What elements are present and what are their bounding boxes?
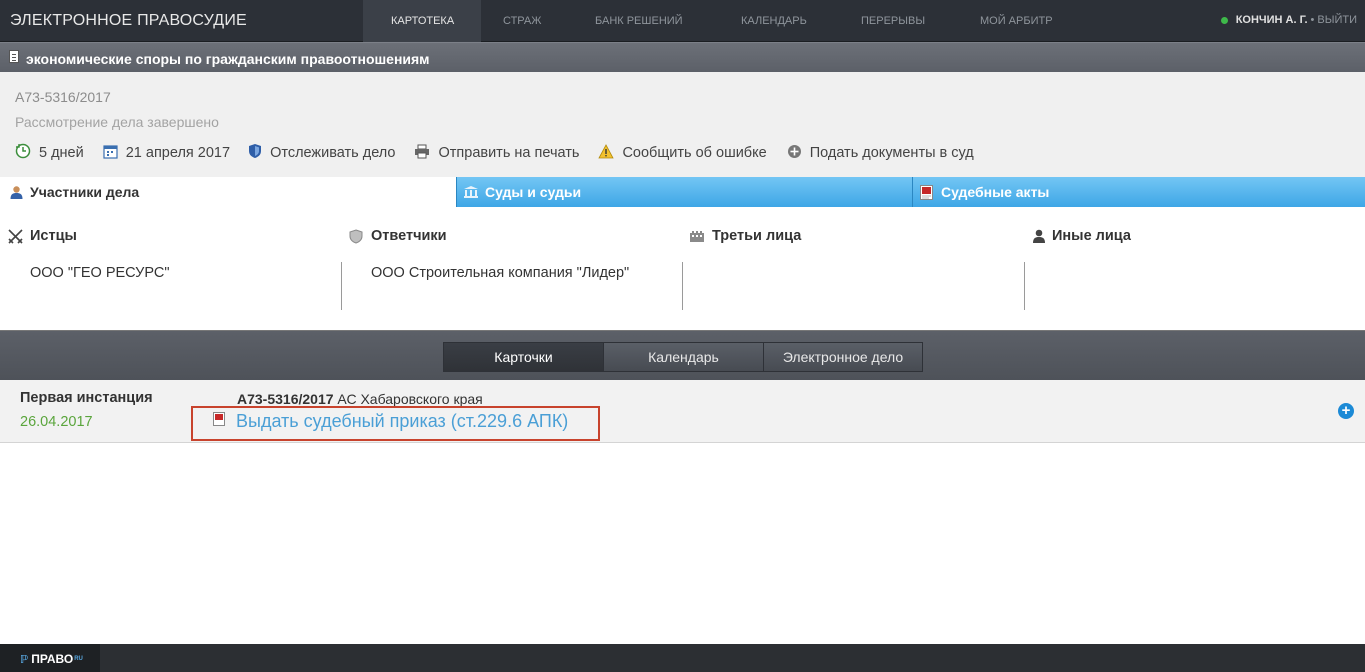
calendar-icon xyxy=(103,144,118,163)
third-parties-column: Третьи лица xyxy=(682,207,1024,330)
tab-participants-label: Участники дела xyxy=(30,184,140,200)
view-electronic-case-button[interactable]: Электронное дело xyxy=(763,342,923,372)
nav-item-bank-resheniy[interactable]: БАНК РЕШЕНИЙ xyxy=(573,0,719,42)
tab-courts-label: Суды и судьи xyxy=(485,184,582,200)
defendants-column: Ответчики ООО Строительная компания "Лид… xyxy=(341,207,682,330)
building-icon xyxy=(689,230,705,243)
view-switcher-bar: Карточки Календарь Электронное дело xyxy=(0,330,1365,380)
defendants-heading: Ответчики xyxy=(349,228,447,244)
case-number: А73-5316/2017 xyxy=(15,89,111,105)
nav-item-moy-arbitr[interactable]: МОЙ АРБИТР xyxy=(961,0,1081,42)
report-error-button[interactable]: Сообщить об ошибке xyxy=(598,143,767,163)
shield-icon xyxy=(248,143,262,163)
case-category-bar: экономические споры по гражданским право… xyxy=(0,42,1365,72)
other-persons-heading: Иные лица xyxy=(1032,228,1131,244)
case-header: А73-5316/2017 Рассмотрение дела завершен… xyxy=(0,72,1365,177)
case-status: Рассмотрение дела завершено xyxy=(15,114,219,130)
document-icon xyxy=(9,50,19,63)
date-label: 21 апреля 2017 xyxy=(125,145,231,161)
online-status-icon xyxy=(1220,16,1228,24)
pdf-icon xyxy=(213,412,225,426)
view-cards-button[interactable]: Карточки xyxy=(443,342,604,372)
track-case-label: Отслеживать дело xyxy=(270,145,396,161)
instance-case-info: А73-5316/2017 АС Хабаровского края xyxy=(237,391,483,407)
tab-courts[interactable]: Суды и судьи xyxy=(456,177,912,207)
days-label: 5 дней xyxy=(39,145,84,161)
shield-icon xyxy=(349,228,363,244)
track-case-button[interactable]: Отслеживать дело xyxy=(248,143,395,163)
pravo-logo[interactable]: ℙ ПРАВО RU xyxy=(20,652,83,666)
user-area: КОНЧИН А. Г. • ВЫЙТИ xyxy=(1220,14,1357,26)
logout-link[interactable]: ВЫЙТИ xyxy=(1317,14,1357,26)
court-icon xyxy=(463,185,479,199)
app-brand[interactable]: ЭЛЕКТРОННОЕ ПРАВОСУДИЕ xyxy=(10,12,247,30)
printer-icon xyxy=(414,144,430,163)
defendant-name: ООО Строительная компания "Лидер" xyxy=(371,265,630,281)
view-calendar-button[interactable]: Календарь xyxy=(603,342,764,372)
participants-panel: Истцы ООО "ГЕО РЕСУРС" Ответчики ООО Стр… xyxy=(0,207,1365,330)
submit-documents-button[interactable]: Подать документы в суд xyxy=(787,144,974,163)
nav-item-strazh[interactable]: СТРАЖ xyxy=(481,0,573,42)
warning-icon xyxy=(598,143,615,163)
tab-court-acts[interactable]: Судебные акты xyxy=(912,177,1365,207)
other-persons-label: Иные лица xyxy=(1052,228,1131,244)
plus-circle-icon xyxy=(787,144,802,163)
other-persons-column: Иные лица xyxy=(1024,207,1365,330)
pravo-logo-icon: ℙ xyxy=(20,653,29,666)
instance-row: Первая инстанция 26.04.2017 А73-5316/201… xyxy=(0,380,1365,443)
top-navbar: ЭЛЕКТРОННОЕ ПРАВОСУДИЕ КАРТОТЕКА СТРАЖ Б… xyxy=(0,0,1365,42)
user-name[interactable]: КОНЧИН А. Г. xyxy=(1236,14,1308,26)
case-tabs: Участники дела Суды и судьи Судебные акт… xyxy=(0,177,1365,207)
nav-item-kartoteka[interactable]: КАРТОТЕКА xyxy=(363,0,481,42)
third-parties-label: Третьи лица xyxy=(712,228,802,244)
footer-logo-area: ℙ ПРАВО RU xyxy=(0,644,100,672)
plaintiffs-heading: Истцы xyxy=(8,228,77,244)
footer: ℙ ПРАВО RU xyxy=(0,644,1365,672)
case-actions: 5 дней 21 апреля 2017 Отслеживать дело О… xyxy=(15,143,994,163)
defendants-label: Ответчики xyxy=(371,228,447,244)
case-category-title: экономические споры по гражданским право… xyxy=(26,51,430,67)
pdf-icon xyxy=(920,184,933,200)
instance-case-number[interactable]: А73-5316/2017 xyxy=(237,391,334,407)
plaintiffs-column: Истцы ООО "ГЕО РЕСУРС" xyxy=(0,207,341,330)
instance-court: АС Хабаровского края xyxy=(337,391,483,407)
days-counter: 5 дней xyxy=(15,143,84,163)
report-error-label: Сообщить об ошибке xyxy=(622,145,767,161)
expand-instance-button[interactable]: + xyxy=(1338,403,1354,419)
person-icon xyxy=(9,185,24,200)
instance-date: 26.04.2017 xyxy=(20,414,93,430)
plaintiff-name: ООО "ГЕО РЕСУРС" xyxy=(30,265,170,281)
tab-participants[interactable]: Участники дела xyxy=(0,177,456,207)
plaintiffs-label: Истцы xyxy=(30,228,77,244)
pravo-logo-text: ПРАВО xyxy=(31,652,74,666)
user-separator: • xyxy=(1310,14,1315,26)
nav-item-calendar[interactable]: КАЛЕНДАРЬ xyxy=(719,0,840,42)
plus-icon: + xyxy=(1341,402,1351,419)
tab-court-acts-label: Судебные акты xyxy=(941,184,1050,200)
main-nav: КАРТОТЕКА СТРАЖ БАНК РЕШЕНИЙ КАЛЕНДАРЬ П… xyxy=(363,0,1081,42)
pravo-logo-suffix: RU xyxy=(74,656,83,662)
nav-item-pereryvy[interactable]: ПЕРЕРЫВЫ xyxy=(840,0,961,42)
print-button[interactable]: Отправить на печать xyxy=(414,144,579,163)
third-parties-heading: Третьи лица xyxy=(689,228,801,244)
print-label: Отправить на печать xyxy=(438,145,580,161)
person-icon xyxy=(1032,229,1046,244)
submit-documents-label: Подать документы в суд xyxy=(809,145,974,161)
clock-icon xyxy=(15,143,31,163)
date-info: 21 апреля 2017 xyxy=(103,144,230,163)
court-document-link[interactable]: Выдать судебный приказ (ст.229.6 АПК) xyxy=(236,411,568,432)
crossed-swords-icon xyxy=(8,228,23,244)
instance-title: Первая инстанция xyxy=(20,390,153,406)
